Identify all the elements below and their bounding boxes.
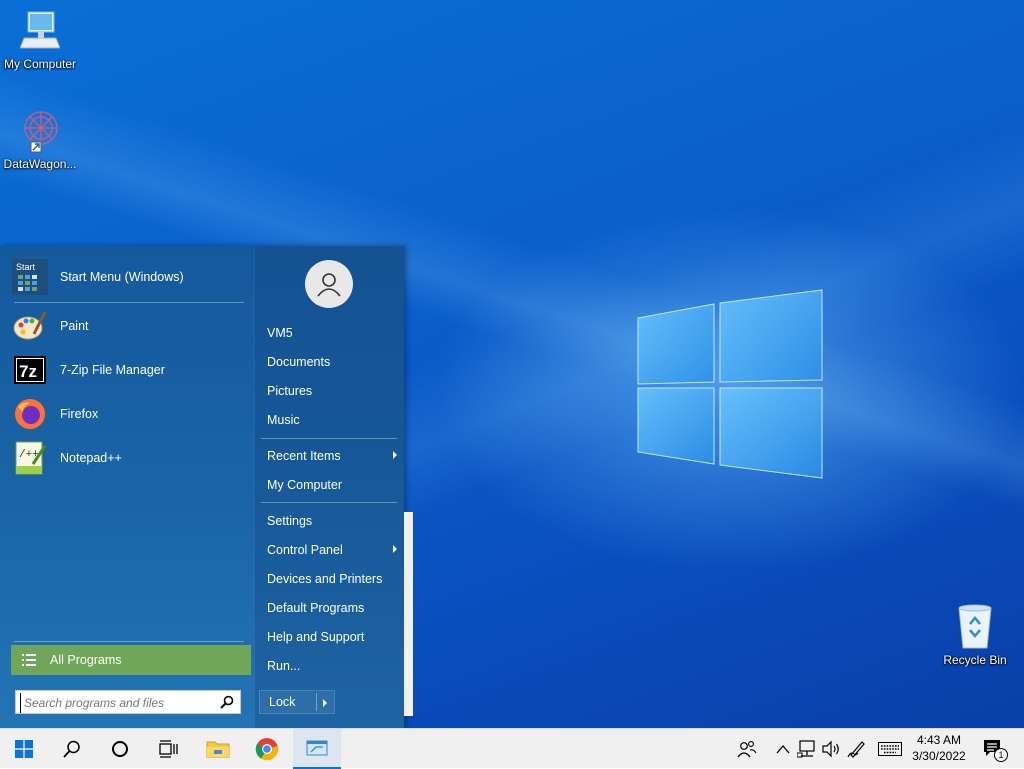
list-icon bbox=[22, 654, 36, 666]
taskbar: 4:43 AM 3/30/2022 1 bbox=[0, 728, 1024, 769]
menu-settings[interactable]: Settings bbox=[267, 510, 399, 532]
menu-user-folder[interactable]: VM5 bbox=[267, 322, 399, 344]
start-button[interactable] bbox=[0, 729, 48, 769]
program-start-menu-windows[interactable]: Start Start Menu (Windows) bbox=[12, 257, 244, 297]
pen-ink-icon[interactable] bbox=[847, 739, 867, 759]
menu-pictures[interactable]: Pictures bbox=[267, 380, 399, 402]
desktop[interactable]: My Computer DataWagon... Recycle Bin Sta… bbox=[0, 0, 1024, 728]
taskbar-start-menu-app[interactable] bbox=[293, 729, 341, 769]
volume-icon[interactable] bbox=[821, 739, 841, 759]
start-menu-icon: Start bbox=[12, 259, 48, 295]
menu-help-support[interactable]: Help and Support bbox=[267, 626, 399, 648]
menu-documents[interactable]: Documents bbox=[267, 351, 399, 373]
clock-date: 3/30/2022 bbox=[912, 749, 966, 763]
lock-options-arrow-icon[interactable] bbox=[323, 699, 327, 707]
search-box[interactable] bbox=[15, 690, 241, 714]
desktop-icon-datawagon[interactable]: DataWagon... bbox=[0, 106, 80, 171]
user-icon bbox=[317, 273, 341, 297]
places-separator-1 bbox=[261, 438, 397, 439]
cortana-icon bbox=[112, 741, 128, 757]
pinned-separator bbox=[14, 302, 244, 303]
7zip-icon: 7z bbox=[12, 352, 48, 388]
menu-default-programs[interactable]: Default Programs bbox=[267, 597, 399, 619]
desktop-icon-my-computer[interactable]: My Computer bbox=[0, 8, 80, 71]
search-icon[interactable] bbox=[220, 695, 234, 709]
lock-button[interactable]: Lock bbox=[259, 690, 335, 714]
recycle-bin-icon bbox=[958, 604, 992, 649]
menu-recent-items[interactable]: Recent Items bbox=[267, 445, 399, 467]
file-explorer-icon bbox=[206, 741, 230, 758]
user-avatar[interactable] bbox=[305, 260, 353, 308]
cortana-button[interactable] bbox=[96, 729, 144, 769]
notepadpp-icon: /++ bbox=[12, 440, 48, 476]
clock[interactable]: 4:43 AM 3/30/2022 bbox=[905, 732, 973, 764]
start-menu: Start Start Menu (Windows) Paint 7z 7-Zi… bbox=[0, 246, 405, 728]
places-separator-2 bbox=[261, 502, 397, 503]
menu-control-panel[interactable]: Control Panel bbox=[267, 539, 399, 561]
taskbar-file-explorer[interactable] bbox=[194, 729, 242, 769]
program-paint[interactable]: Paint bbox=[12, 306, 244, 346]
svg-text:7z: 7z bbox=[19, 362, 37, 381]
taskbar-chrome[interactable] bbox=[243, 729, 291, 769]
task-view-button[interactable] bbox=[144, 729, 192, 769]
windows-start-icon bbox=[15, 740, 33, 758]
start-menu-scrollbar[interactable] bbox=[404, 512, 413, 716]
program-notepadpp[interactable]: /++ Notepad++ bbox=[12, 438, 244, 478]
all-programs-separator bbox=[14, 641, 244, 642]
task-view-icon bbox=[159, 740, 178, 758]
desktop-icon-recycle-bin[interactable]: Recycle Bin bbox=[935, 602, 1015, 667]
lock-divider bbox=[316, 693, 317, 711]
window-app-icon bbox=[306, 740, 328, 756]
action-center-icon[interactable]: 1 bbox=[982, 738, 1008, 762]
chrome-icon bbox=[255, 738, 279, 761]
paint-icon bbox=[12, 308, 48, 344]
program-7zip[interactable]: 7z 7-Zip File Manager bbox=[12, 350, 244, 390]
notification-count-badge: 1 bbox=[994, 748, 1008, 762]
windows-logo-wallpaper bbox=[637, 289, 823, 479]
chevron-right-icon bbox=[393, 545, 397, 553]
menu-run[interactable]: Run... bbox=[267, 655, 399, 677]
show-hidden-icons-chevron-up-icon[interactable] bbox=[773, 739, 793, 759]
keyboard-icon[interactable] bbox=[878, 739, 902, 759]
search-icon bbox=[63, 740, 80, 758]
start-menu-places-pane: VM5 Documents Pictures Music Recent Item… bbox=[254, 246, 405, 728]
chevron-right-icon bbox=[393, 451, 397, 459]
people-icon[interactable] bbox=[737, 739, 757, 759]
svg-text:Start: Start bbox=[16, 262, 36, 272]
search-input[interactable] bbox=[20, 693, 222, 713]
computer-icon bbox=[19, 11, 61, 49]
clock-time: 4:43 AM bbox=[916, 733, 962, 747]
datawagon-icon bbox=[24, 111, 58, 153]
program-firefox[interactable]: Firefox bbox=[12, 394, 244, 434]
start-menu-programs-pane: Start Start Menu (Windows) Paint 7z 7-Zi… bbox=[0, 246, 254, 728]
all-programs-button[interactable]: All Programs bbox=[11, 645, 251, 675]
taskbar-search-button[interactable] bbox=[48, 729, 96, 769]
firefox-icon bbox=[12, 396, 48, 432]
menu-my-computer[interactable]: My Computer bbox=[267, 474, 399, 496]
network-icon[interactable] bbox=[797, 739, 817, 759]
menu-music[interactable]: Music bbox=[267, 409, 399, 431]
menu-devices-printers[interactable]: Devices and Printers bbox=[267, 568, 399, 590]
